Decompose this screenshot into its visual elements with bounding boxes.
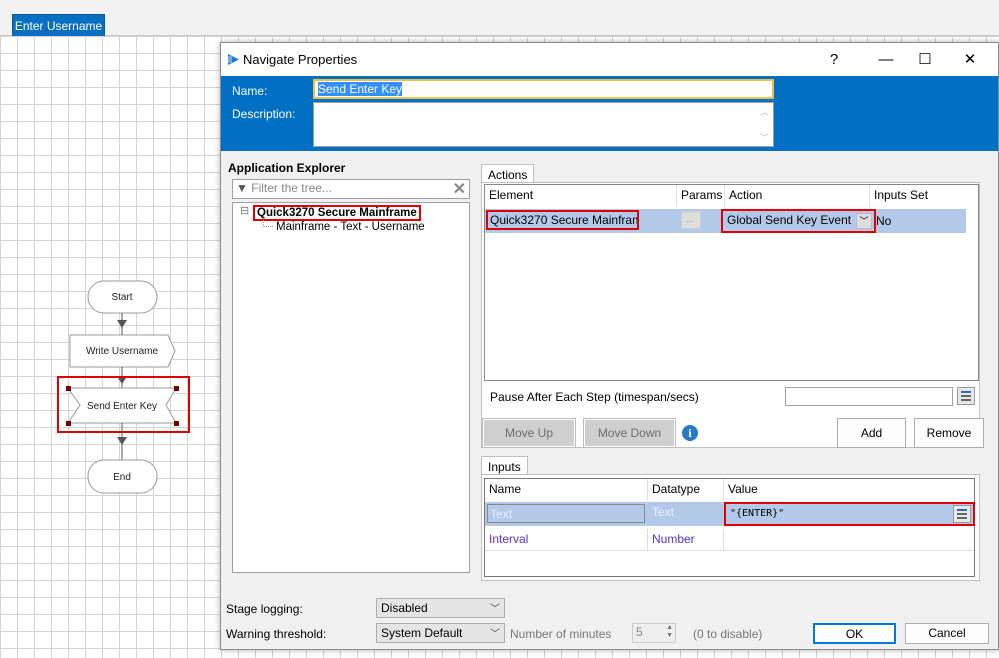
input-value-interval[interactable] bbox=[724, 529, 732, 535]
row-element: Quick3270 Secure Mainframe bbox=[486, 210, 639, 230]
filter-placeholder: Filter the tree... bbox=[251, 181, 332, 195]
tree-child-item[interactable]: Mainframe - Text - Username bbox=[276, 221, 425, 233]
calculator-icon[interactable] bbox=[957, 387, 975, 405]
chevron-down-icon: ﹀ bbox=[490, 629, 500, 640]
action-select[interactable]: Global Send Key Event ﹀ bbox=[721, 209, 876, 233]
table-row[interactable]: Interval Number bbox=[485, 526, 974, 551]
input-name-text[interactable]: Text bbox=[487, 504, 645, 523]
calculator-icon[interactable] bbox=[953, 505, 971, 523]
pause-label: Pause After Each Step (timespan/secs) bbox=[490, 390, 699, 404]
move-up-button[interactable]: Move Up bbox=[482, 418, 576, 448]
description-label: Description: bbox=[232, 107, 296, 121]
info-icon[interactable]: i bbox=[682, 425, 698, 441]
col-value[interactable]: Value bbox=[724, 479, 974, 501]
warning-threshold-label: Warning threshold: bbox=[226, 627, 327, 641]
filter-tree-input[interactable]: ▼ Filter the tree... ✕ bbox=[232, 179, 470, 199]
title-bar: Navigate Properties ? — ☐ ✕ bbox=[221, 43, 998, 76]
stage-logging-value: Disabled bbox=[381, 601, 428, 615]
warning-threshold-select[interactable]: System Default ﹀ bbox=[376, 623, 505, 643]
chevron-down-icon: ﹀ bbox=[490, 604, 500, 615]
move-down-button[interactable]: Move Down bbox=[583, 418, 676, 448]
help-button[interactable]: ? bbox=[819, 49, 849, 71]
warning-threshold-value: System Default bbox=[381, 626, 463, 640]
col-name[interactable]: Name bbox=[485, 479, 648, 501]
close-button[interactable]: ✕ bbox=[955, 49, 985, 71]
row-inputs-set: No bbox=[876, 214, 892, 228]
input-datatype-text: Text bbox=[652, 505, 675, 519]
name-input[interactable]: Send Enter Key bbox=[313, 79, 774, 99]
col-element[interactable]: Element bbox=[485, 185, 677, 207]
col-action[interactable]: Action bbox=[725, 185, 870, 207]
name-label: Name: bbox=[232, 84, 268, 98]
write-username-label: Write Username bbox=[86, 346, 158, 357]
stage-logging-label: Stage logging: bbox=[226, 602, 303, 616]
navigate-properties-dialog: Navigate Properties ? — ☐ ✕ Name: Send E… bbox=[220, 42, 999, 650]
minutes-label: Number of minutes bbox=[510, 627, 612, 641]
remove-button[interactable]: Remove bbox=[914, 418, 984, 448]
scroll-up-icon[interactable]: ︿ bbox=[760, 105, 769, 118]
application-explorer-title: Application Explorer bbox=[228, 161, 346, 175]
application-tree: ⊟ Quick3270 Secure Mainframe Mainframe -… bbox=[232, 202, 470, 573]
minimize-button[interactable]: — bbox=[871, 49, 901, 71]
col-inputs-set[interactable]: Inputs Set bbox=[870, 185, 966, 207]
name-value: Send Enter Key bbox=[318, 82, 403, 96]
start-label: Start bbox=[111, 292, 132, 303]
dialog-title: Navigate Properties bbox=[243, 52, 358, 67]
end-label: End bbox=[113, 472, 131, 483]
arrow-icon bbox=[118, 378, 126, 384]
pause-input[interactable] bbox=[785, 387, 953, 406]
input-value-text[interactable]: "{ENTER}" bbox=[724, 502, 975, 526]
app-icon bbox=[228, 54, 239, 65]
maximize-button[interactable]: ☐ bbox=[910, 49, 940, 71]
input-name-interval: Interval bbox=[485, 529, 648, 551]
stage-logging-select[interactable]: Disabled ﹀ bbox=[376, 598, 505, 618]
tree-line bbox=[263, 215, 273, 227]
description-input[interactable]: ︿ ﹀ bbox=[313, 102, 774, 147]
properties-header: Name: Send Enter Key Description: ︿ ﹀ bbox=[221, 76, 998, 151]
value-text: "{ENTER}" bbox=[730, 508, 785, 519]
params-button[interactable]: ... bbox=[681, 211, 701, 229]
flowchart: Start Write Username Send Enter Key End bbox=[57, 280, 190, 494]
table-row[interactable]: Quick3270 Secure Mainframe ... Global Se… bbox=[485, 209, 966, 233]
cancel-button[interactable]: Cancel bbox=[905, 623, 989, 644]
collapse-icon[interactable]: ⊟ bbox=[240, 204, 249, 217]
arrow-icon bbox=[117, 437, 127, 445]
inputs-table: Name Datatype Value Text Text "{ENTER}" … bbox=[484, 478, 975, 577]
action-value: Global Send Key Event bbox=[727, 213, 852, 227]
tree-root-item[interactable]: Quick3270 Secure Mainframe bbox=[253, 205, 421, 221]
minutes-spinner[interactable]: 5 ▲ ▼ bbox=[632, 623, 676, 643]
col-datatype[interactable]: Datatype bbox=[648, 479, 724, 501]
col-params[interactable]: Params bbox=[677, 185, 725, 207]
clear-filter-icon[interactable]: ✕ bbox=[453, 179, 466, 199]
arrow-icon bbox=[117, 320, 127, 328]
spinner-arrows-icon[interactable]: ▲ ▼ bbox=[666, 624, 673, 640]
actions-table: Element Params Action Inputs Set Quick32… bbox=[484, 184, 979, 381]
send-enter-key-label: Send Enter Key bbox=[87, 401, 157, 412]
ok-button[interactable]: OK bbox=[813, 623, 896, 644]
disable-hint: (0 to disable) bbox=[693, 627, 763, 641]
table-row[interactable]: Text Text "{ENTER}" bbox=[485, 502, 975, 526]
scroll-down-icon[interactable]: ﹀ bbox=[760, 131, 769, 144]
input-datatype-number: Number bbox=[648, 529, 724, 551]
chevron-down-icon[interactable]: ﹀ bbox=[856, 213, 872, 229]
add-button[interactable]: Add bbox=[837, 418, 906, 448]
minutes-value: 5 bbox=[636, 625, 643, 639]
filter-icon: ▼ bbox=[236, 181, 248, 195]
